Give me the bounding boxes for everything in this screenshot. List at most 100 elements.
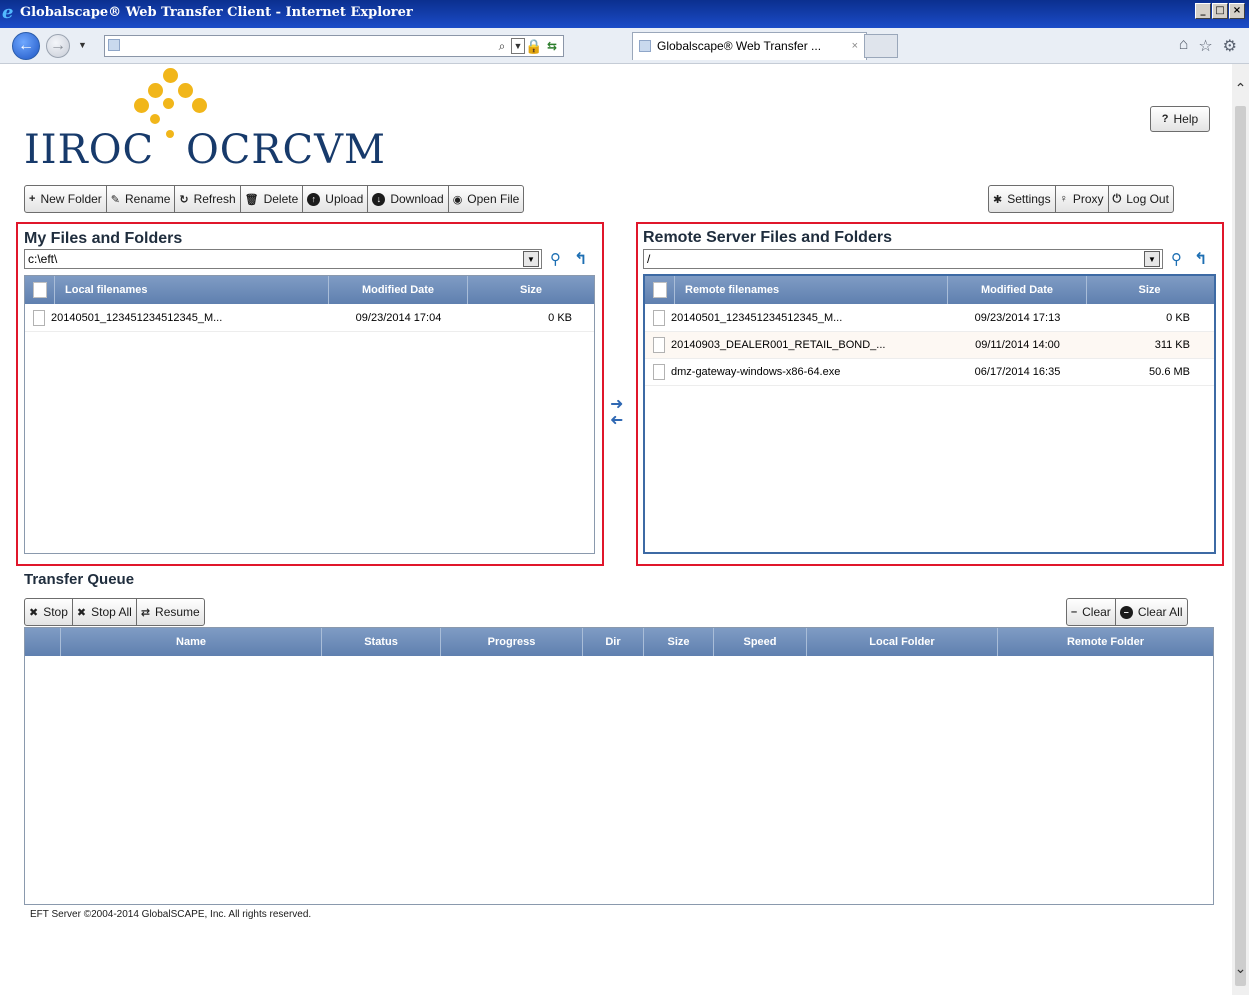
stop-label: Stop: [43, 605, 68, 619]
remote-path-field[interactable]: / ▼: [643, 249, 1163, 269]
x-icon: ✖: [76, 606, 87, 619]
delete-label: Delete: [263, 192, 299, 206]
site-favicon-icon: [108, 39, 120, 51]
gear-icon: ✱: [993, 193, 1003, 206]
log-out-button[interactable]: ⏻ Log Out: [1109, 186, 1173, 212]
remote-col-size[interactable]: Size: [1087, 276, 1212, 304]
remote-file-name: 20140501_123451234512345_M...: [671, 312, 843, 324]
remote-file-date: 09/11/2014 14:00: [975, 339, 1060, 351]
remote-search-icon[interactable]: ⚲: [1171, 250, 1182, 268]
queue-col-select[interactable]: [25, 628, 61, 656]
search-icon[interactable]: ⌕: [493, 37, 511, 55]
open-file-icon: ◉: [452, 193, 463, 206]
minus-circle-icon: –: [1119, 605, 1133, 619]
scroll-down-icon[interactable]: ⌄: [1232, 960, 1249, 977]
queue-col-name[interactable]: Name: [61, 628, 322, 656]
history-dropdown-icon[interactable]: ▼: [78, 40, 87, 50]
queue-col-local-folder[interactable]: Local Folder: [807, 628, 998, 656]
logo-text-ocrcvm: OCRCVM: [186, 127, 386, 173]
proxy-button[interactable]: ♀ Proxy: [1056, 186, 1109, 212]
local-col-size[interactable]: Size: [468, 276, 594, 304]
remote-file-row[interactable]: dmz-gateway-windows-x86-64.exe 06/17/201…: [645, 359, 1214, 386]
question-icon: ?: [1161, 113, 1169, 125]
logo-dots-icon: [130, 66, 220, 138]
logo-text-iiroc: IIROC: [24, 127, 155, 173]
lock-icon[interactable]: 🔒: [525, 37, 543, 55]
local-path-dropdown-icon[interactable]: ▼: [523, 251, 539, 267]
upload-button[interactable]: ↑ Upload: [303, 186, 369, 212]
remote-file-name: dmz-gateway-windows-x86-64.exe: [671, 366, 841, 378]
remote-col-modified[interactable]: Modified Date: [948, 276, 1087, 304]
queue-col-speed[interactable]: Speed: [714, 628, 807, 656]
transfer-arrows-icon: ⇄: [140, 606, 151, 619]
queue-col-remote-folder[interactable]: Remote Folder: [998, 628, 1213, 656]
address-input[interactable]: [105, 36, 485, 56]
address-dropdown-icon[interactable]: ▼: [511, 38, 525, 54]
remote-col-filename[interactable]: Remote filenames: [675, 276, 948, 304]
local-file-date: 09/23/2014 17:04: [355, 312, 442, 324]
rename-button[interactable]: ✎ Rename: [107, 186, 176, 212]
remote-file-row[interactable]: 20140501_123451234512345_M... 09/23/2014…: [645, 305, 1214, 332]
queue-col-status[interactable]: Status: [322, 628, 441, 656]
minimize-button[interactable]: _: [1195, 3, 1211, 19]
power-icon: ⏻: [1112, 192, 1122, 205]
local-panel-title: My Files and Folders: [24, 230, 183, 247]
stop-all-button[interactable]: ✖ Stop All: [73, 599, 137, 625]
maximize-button[interactable]: □: [1212, 3, 1228, 19]
browser-tab[interactable]: Globalscape® Web Transfer ... ×: [632, 32, 867, 60]
local-path-field[interactable]: c:\eft\ ▼: [24, 249, 542, 269]
favorites-star-icon[interactable]: ☆: [1198, 36, 1212, 56]
remote-grid-header: Remote filenames Modified Date Size: [645, 276, 1214, 304]
remote-path-dropdown-icon[interactable]: ▼: [1144, 251, 1160, 267]
local-col-filename[interactable]: Local filenames: [55, 276, 329, 304]
log-out-label: Log Out: [1126, 192, 1169, 206]
local-up-folder-icon[interactable]: ↰: [574, 249, 587, 269]
transfer-queue-grid: Name Status Progress Dir Size Speed Loca…: [24, 627, 1214, 905]
local-search-icon[interactable]: ⚲: [550, 250, 561, 268]
new-tab-button[interactable]: [864, 34, 898, 58]
tab-close-icon[interactable]: ×: [852, 40, 858, 52]
new-folder-button[interactable]: + New Folder: [25, 186, 107, 212]
local-file-row[interactable]: 20140501_123451234512345_M... 09/23/2014…: [25, 305, 594, 332]
settings-toolbar: ✱ Settings ♀ Proxy ⏻ Log Out: [988, 185, 1174, 213]
remote-file-row[interactable]: 20140903_DEALER001_RETAIL_BOND_... 09/11…: [645, 332, 1214, 359]
help-button[interactable]: ? Help: [1150, 106, 1210, 132]
remote-file-size: 50.6 MB: [1149, 366, 1190, 378]
scroll-up-icon[interactable]: ⌃: [1232, 80, 1249, 97]
download-button[interactable]: ↓ Download: [368, 186, 449, 212]
close-window-button[interactable]: ×: [1229, 3, 1245, 19]
page-scrollbar[interactable]: ⌃ ⌄: [1232, 64, 1249, 995]
local-grid-header: Local filenames Modified Date Size: [25, 276, 594, 304]
resume-label: Resume: [155, 605, 200, 619]
local-file-grid: Local filenames Modified Date Size 20140…: [24, 275, 595, 554]
file-icon: [33, 310, 45, 326]
settings-button[interactable]: ✱ Settings: [989, 186, 1056, 212]
remote-up-folder-icon[interactable]: ↰: [1194, 249, 1207, 269]
new-folder-label: New Folder: [40, 192, 102, 206]
clear-all-button[interactable]: – Clear All: [1116, 599, 1187, 625]
gear-icon[interactable]: ⚙: [1223, 36, 1237, 56]
plus-icon: +: [29, 193, 36, 205]
address-bar[interactable]: ⌕ ▼ 🔒 ⇆: [104, 35, 564, 57]
back-button[interactable]: ←: [12, 32, 40, 60]
delete-button[interactable]: 🗑 Delete: [241, 186, 304, 212]
queue-col-dir[interactable]: Dir: [583, 628, 644, 656]
home-icon[interactable]: ⌂: [1179, 36, 1189, 56]
queue-col-progress[interactable]: Progress: [441, 628, 583, 656]
remote-panel-title: Remote Server Files and Folders: [643, 229, 892, 246]
local-select-all-checkbox[interactable]: [25, 276, 55, 304]
refresh-button[interactable]: ↻ Refresh: [175, 186, 241, 212]
page-content: IIROC OCRCVM ? Help + New Folder ✎ Rename …: [0, 64, 1232, 995]
stop-button[interactable]: ✖ Stop: [25, 599, 73, 625]
clear-button[interactable]: – Clear: [1067, 599, 1116, 625]
resume-button[interactable]: ⇄ Resume: [137, 599, 204, 625]
open-file-button[interactable]: ◉ Open File: [449, 186, 524, 212]
refresh-page-icon[interactable]: ⇆: [543, 37, 561, 55]
queue-col-size[interactable]: Size: [644, 628, 714, 656]
scrollbar-thumb[interactable]: [1235, 106, 1246, 986]
local-col-modified[interactable]: Modified Date: [329, 276, 468, 304]
settings-label: Settings: [1007, 192, 1051, 206]
forward-button[interactable]: →: [46, 34, 70, 58]
refresh-label: Refresh: [193, 192, 236, 206]
remote-select-all-checkbox[interactable]: [645, 276, 675, 304]
